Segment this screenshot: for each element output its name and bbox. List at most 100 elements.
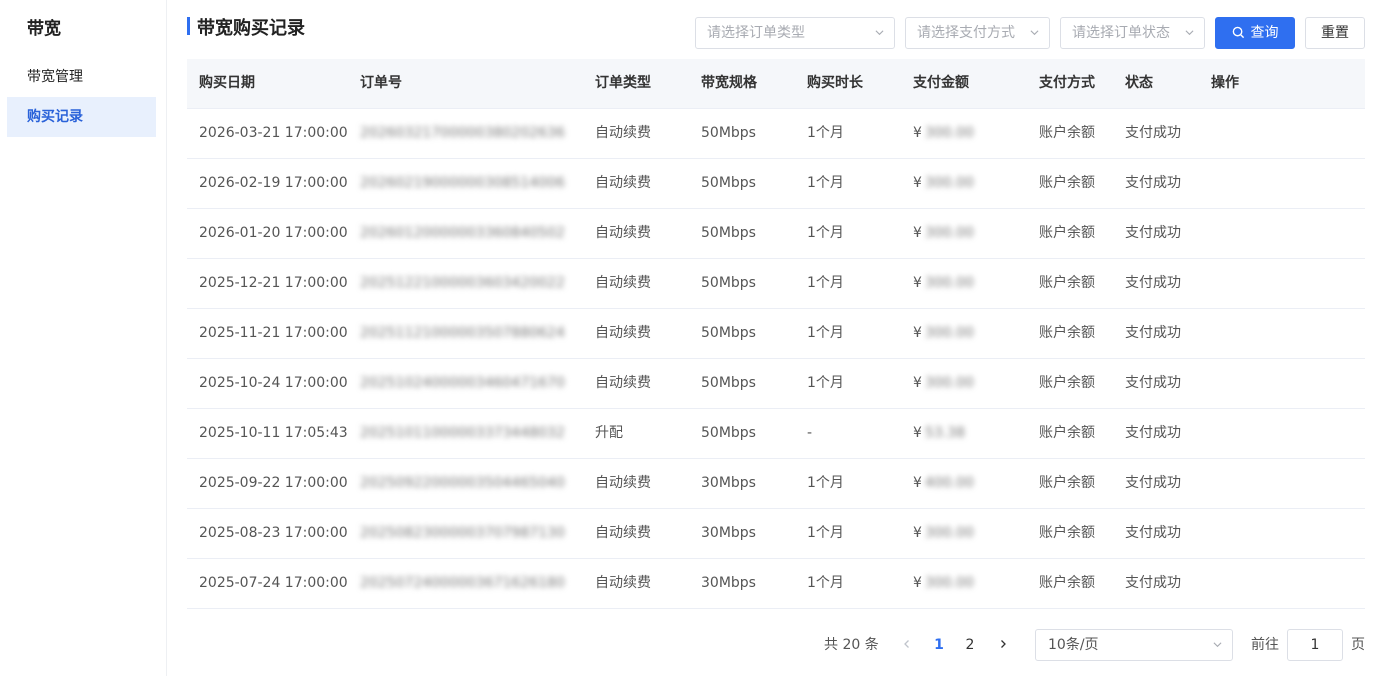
cell-date: 2025-12-21 17:00:00	[199, 275, 348, 291]
reset-button[interactable]: 重置	[1305, 17, 1365, 49]
cell-duration: 1个月	[807, 525, 844, 541]
page-1-button[interactable]: 1	[927, 629, 951, 661]
currency-symbol: ¥	[913, 575, 922, 591]
cell-date: 2025-10-24 17:00:00	[199, 375, 348, 391]
cell-pay-method: 账户余额	[1039, 575, 1095, 591]
cell-order-type: 自动续费	[595, 325, 651, 341]
cell-date: 2025-07-24 17:00:00	[199, 575, 348, 591]
amount-value: 400.00	[924, 475, 974, 491]
table-body: 2026-03-21 17:00:00 202603217000003802026…	[187, 109, 1365, 609]
cell-status: 支付成功	[1125, 325, 1181, 341]
cell-duration: 1个月	[807, 575, 844, 591]
currency-symbol: ¥	[913, 125, 922, 141]
cell-pay-method: 账户余额	[1039, 275, 1095, 291]
cell-duration: 1个月	[807, 325, 844, 341]
table-row: 2025-08-23 17:00:00 202508230000037079871…	[187, 509, 1365, 559]
table-row: 2026-03-21 17:00:00 202603217000003802026…	[187, 109, 1365, 159]
amount-value: 300.00	[924, 375, 974, 391]
cell-pay-method: 账户余额	[1039, 375, 1095, 391]
page-2-button[interactable]: 2	[958, 629, 982, 661]
cell-spec: 30Mbps	[701, 475, 756, 491]
amount-value: 53.38	[924, 425, 966, 441]
page-size-value: 10条/页	[1048, 637, 1099, 653]
pay-method-select[interactable]: 请选择支付方式	[905, 17, 1050, 49]
cell-order-no: 20260321700000380202636	[360, 125, 565, 141]
cell-order-type: 自动续费	[595, 225, 651, 241]
table-row: 2025-11-21 17:00:00 202511210000035078806…	[187, 309, 1365, 359]
cell-date: 2025-10-11 17:05:43	[199, 425, 348, 441]
amount-value: 300.00	[924, 175, 974, 191]
table-row: 2025-07-24 17:00:00 202507240000036716261…	[187, 559, 1365, 609]
column-header-duration: 购买时长	[807, 75, 863, 91]
cell-order-no: 20250823000003707987130	[360, 525, 565, 541]
column-header-amount: 支付金额	[913, 75, 969, 91]
currency-symbol: ¥	[913, 425, 922, 441]
cell-duration: 1个月	[807, 475, 844, 491]
column-header-order-no: 订单号	[360, 75, 402, 91]
next-page-button[interactable]	[993, 629, 1013, 661]
table-row: 2025-10-11 17:05:43 202510110000033734480…	[187, 409, 1365, 459]
prev-page-button[interactable]	[897, 629, 917, 661]
currency-symbol: ¥	[913, 325, 922, 341]
sidebar-item-bandwidth-management[interactable]: 带宽管理	[7, 57, 156, 97]
cell-amount: ¥300.00	[913, 309, 974, 358]
chevron-left-icon	[904, 640, 909, 648]
cell-pay-method: 账户余额	[1039, 425, 1095, 441]
page-title: 带宽购买记录	[197, 18, 305, 39]
cell-status: 支付成功	[1125, 425, 1181, 441]
goto-label: 前往	[1251, 637, 1279, 653]
cell-pay-method: 账户余额	[1039, 175, 1095, 191]
cell-spec: 50Mbps	[701, 325, 756, 341]
cell-amount: ¥300.00	[913, 209, 974, 258]
sidebar-title: 带宽	[27, 19, 61, 39]
order-type-select[interactable]: 请选择订单类型	[695, 17, 895, 49]
amount-value: 300.00	[924, 275, 974, 291]
title-accent-bar	[187, 17, 190, 35]
amount-value: 300.00	[924, 525, 974, 541]
table-row: 2026-02-19 17:00:00 202602190000003085140…	[187, 159, 1365, 209]
cell-order-type: 自动续费	[595, 275, 651, 291]
cell-amount: ¥300.00	[913, 359, 974, 408]
sidebar-item-purchase-records[interactable]: 购买记录	[7, 97, 156, 137]
table-row: 2025-12-21 17:00:00 202512210000036034200…	[187, 259, 1365, 309]
pay-method-placeholder: 请选择支付方式	[917, 25, 1015, 41]
cell-amount: ¥300.00	[913, 559, 974, 608]
chevron-right-icon	[1001, 640, 1006, 648]
cell-amount: ¥300.00	[913, 159, 974, 208]
goto-page-input[interactable]	[1287, 629, 1343, 661]
cell-date: 2026-03-21 17:00:00	[199, 125, 348, 141]
amount-value: 300.00	[924, 225, 974, 241]
cell-pay-method: 账户余额	[1039, 225, 1095, 241]
column-header-pay-method: 支付方式	[1039, 75, 1095, 91]
cell-spec: 50Mbps	[701, 125, 756, 141]
cell-duration: 1个月	[807, 175, 844, 191]
cell-order-type: 自动续费	[595, 475, 651, 491]
cell-order-no: 20260219000000308514006	[360, 175, 565, 191]
cell-order-type: 自动续费	[595, 175, 651, 191]
cell-pay-method: 账户余额	[1039, 525, 1095, 541]
cell-spec: 50Mbps	[701, 175, 756, 191]
currency-symbol: ¥	[913, 525, 922, 541]
sidebar: 带宽 带宽管理 购买记录	[0, 0, 167, 676]
column-header-date: 购买日期	[199, 75, 255, 91]
cell-status: 支付成功	[1125, 575, 1181, 591]
cell-status: 支付成功	[1125, 125, 1181, 141]
cell-amount: ¥53.38	[913, 409, 965, 458]
total-count: 共 20 条	[824, 637, 879, 653]
order-status-placeholder: 请选择订单状态	[1072, 25, 1170, 41]
cell-spec: 30Mbps	[701, 575, 756, 591]
cell-order-type: 自动续费	[595, 525, 651, 541]
cell-status: 支付成功	[1125, 525, 1181, 541]
cell-amount: ¥400.00	[913, 459, 974, 508]
chevron-down-icon	[1030, 30, 1039, 36]
goto-suffix: 页	[1351, 637, 1365, 653]
query-button[interactable]: 查询	[1215, 17, 1295, 49]
table-header: 购买日期 订单号 订单类型 带宽规格 购买时长 支付金额 支付方式 状态 操作	[187, 59, 1365, 109]
cell-order-no: 20251011000003373448032	[360, 425, 565, 441]
order-status-select[interactable]: 请选择订单状态	[1060, 17, 1205, 49]
cell-pay-method: 账户余额	[1039, 125, 1095, 141]
page-size-select[interactable]: 10条/页	[1035, 629, 1233, 661]
purchase-records-table: 购买日期 订单号 订单类型 带宽规格 购买时长 支付金额 支付方式 状态 操作 …	[187, 59, 1365, 609]
chevron-down-icon	[875, 30, 884, 36]
cell-order-type: 自动续费	[595, 575, 651, 591]
